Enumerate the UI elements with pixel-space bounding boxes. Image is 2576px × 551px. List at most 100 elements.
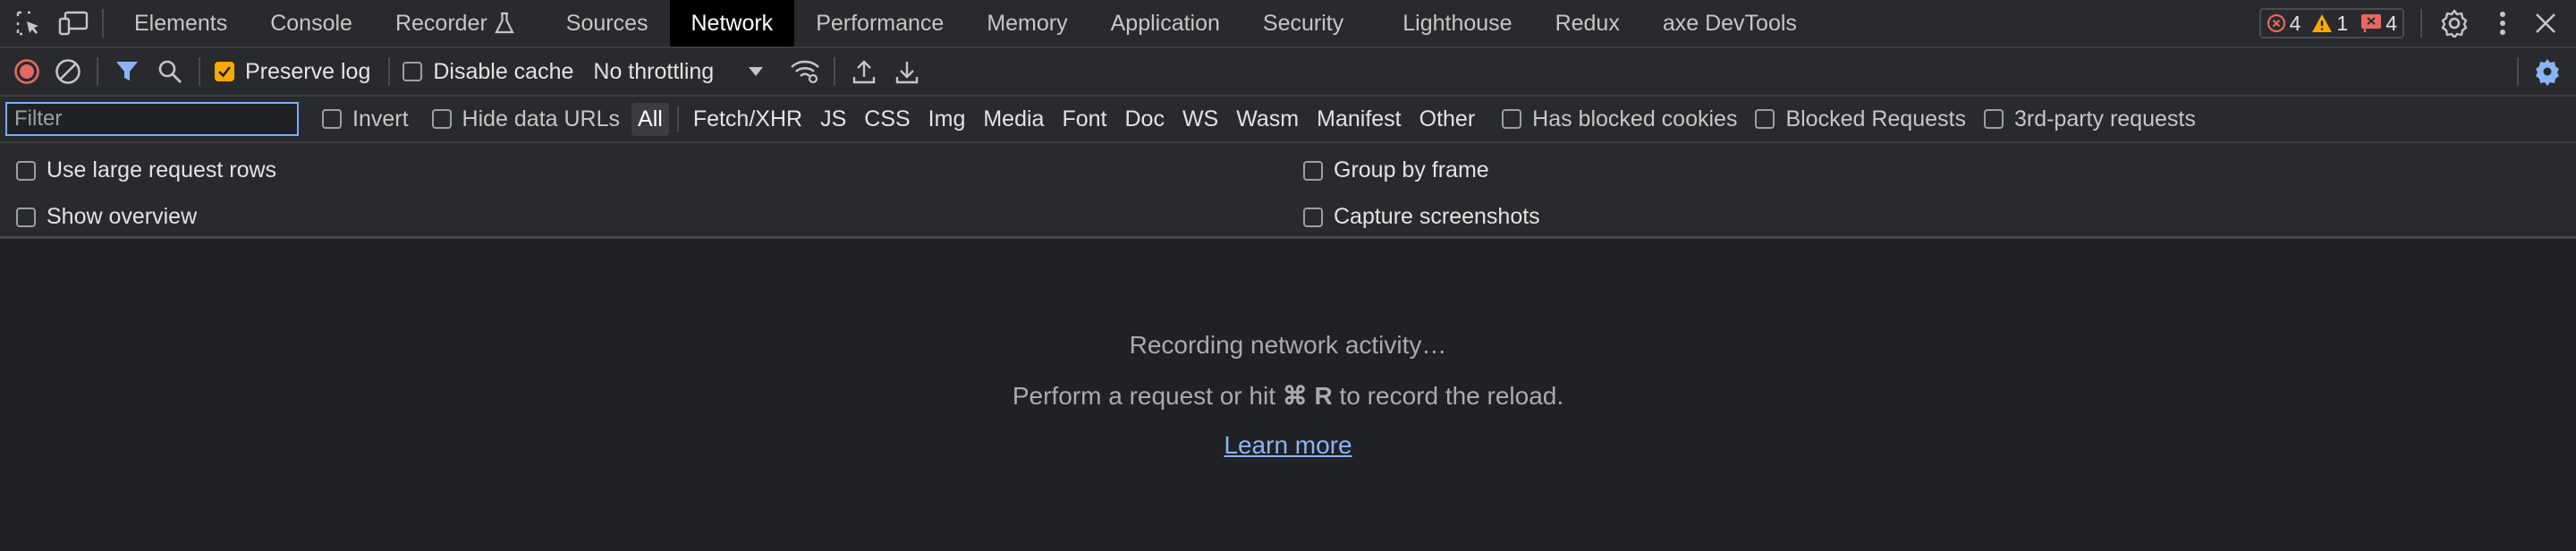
- tab-sources[interactable]: Sources: [545, 0, 670, 47]
- hide-data-urls-toggle[interactable]: Hide data URLs: [431, 106, 621, 132]
- warning-icon: [2311, 13, 2333, 33]
- disable-cache-checkbox[interactable]: [402, 62, 423, 81]
- tab-performance[interactable]: Performance: [794, 0, 965, 47]
- hide-data-urls-checkbox[interactable]: [431, 109, 452, 129]
- learn-more-link[interactable]: Learn more: [1224, 431, 1352, 459]
- third-party-requests-toggle[interactable]: 3rd-party requests: [1983, 106, 2196, 132]
- tab-recorder[interactable]: Recorder: [374, 0, 536, 47]
- tab-label: Redux: [1555, 10, 1620, 36]
- preserve-log-label: Preserve log: [245, 58, 371, 84]
- recording-status: Recording network activity…: [1129, 331, 1447, 359]
- reload-hint: Perform a request or hit ⌘ R to record t…: [0, 381, 2576, 411]
- network-settings-pane: Use large request rows Show overview Gro…: [0, 143, 2576, 239]
- toolbar-divider: [2420, 9, 2422, 38]
- capture-screenshots-checkbox[interactable]: [1303, 207, 1323, 227]
- tab-label: Memory: [987, 10, 1068, 36]
- tab-network[interactable]: Network: [669, 0, 795, 47]
- tab-lighthouse[interactable]: Lighthouse: [1381, 0, 1533, 47]
- blocked-requests-toggle[interactable]: Blocked Requests: [1755, 106, 1966, 132]
- filter-type-all[interactable]: All: [631, 102, 669, 136]
- group-by-frame-toggle[interactable]: Group by frame: [1303, 157, 1489, 183]
- network-conditions-icon[interactable]: [787, 54, 823, 89]
- disable-cache-toggle[interactable]: Disable cache: [402, 59, 573, 85]
- experiment-flask-icon: [495, 12, 514, 35]
- reload-hint-text: Perform a request or hit: [1012, 382, 1283, 410]
- clear-icon[interactable]: [50, 54, 86, 89]
- close-icon[interactable]: [2528, 5, 2563, 41]
- filter-type-other[interactable]: Other: [1413, 103, 1482, 136]
- filter-type-fetch-xhr[interactable]: Fetch/XHR: [687, 103, 809, 136]
- disable-cache-label: Disable cache: [433, 58, 574, 84]
- settings-gear-icon[interactable]: [2436, 5, 2472, 41]
- blocked-requests-checkbox[interactable]: [1755, 109, 1775, 129]
- tab-console[interactable]: Console: [249, 0, 374, 47]
- preserve-log-checkbox[interactable]: [215, 62, 234, 81]
- more-options-icon[interactable]: [2485, 5, 2521, 41]
- hide-data-urls-label: Hide data URLs: [462, 106, 621, 131]
- third-party-requests-label: 3rd-party requests: [2013, 106, 2196, 131]
- filter-type-media[interactable]: Media: [977, 103, 1050, 136]
- filter-input[interactable]: Filter: [5, 102, 299, 136]
- toolbar-divider: [102, 9, 104, 38]
- stop-recording-icon[interactable]: [9, 54, 45, 89]
- import-har-upload-icon[interactable]: [846, 54, 882, 89]
- inspect-element-icon[interactable]: [11, 5, 47, 41]
- throttling-select[interactable]: No throttling: [593, 59, 764, 85]
- tab-label: Security: [1262, 10, 1344, 36]
- large-rows-label: Use large request rows: [47, 157, 277, 182]
- group-by-frame-label: Group by frame: [1334, 157, 1489, 182]
- show-overview-label: Show overview: [47, 204, 198, 229]
- filter-type-css[interactable]: CSS: [858, 103, 916, 136]
- has-blocked-cookies-label: Has blocked cookies: [1532, 106, 1738, 131]
- device-toolbar-icon[interactable]: [55, 5, 91, 41]
- capture-screenshots-label: Capture screenshots: [1334, 204, 1540, 229]
- filter-placeholder: Filter: [14, 106, 63, 131]
- tab-security[interactable]: Security: [1241, 0, 1365, 47]
- tab-application[interactable]: Application: [1089, 0, 1241, 47]
- filter-funnel-icon[interactable]: [109, 54, 145, 89]
- filter-type-manifest[interactable]: Manifest: [1310, 103, 1407, 136]
- large-rows-toggle[interactable]: Use large request rows: [16, 157, 276, 183]
- tab-label: Recorder: [394, 10, 487, 36]
- export-har-download-icon[interactable]: [889, 54, 925, 89]
- toolbar-divider: [388, 57, 391, 86]
- toolbar-divider: [676, 106, 679, 131]
- preserve-log-toggle[interactable]: Preserve log: [215, 59, 370, 85]
- filter-type-img[interactable]: Img: [922, 103, 972, 136]
- search-icon[interactable]: [152, 54, 188, 89]
- invert-toggle[interactable]: Invert: [322, 106, 409, 132]
- has-blocked-cookies-toggle[interactable]: Has blocked cookies: [1502, 106, 1737, 132]
- error-counter[interactable]: 4 1 4: [2258, 8, 2404, 38]
- error-icon: [2267, 13, 2286, 33]
- filter-type-ws[interactable]: WS: [1176, 103, 1224, 136]
- filter-type-wasm[interactable]: Wasm: [1230, 103, 1305, 136]
- show-overview-checkbox[interactable]: [16, 207, 36, 227]
- toolbar-divider: [199, 57, 200, 86]
- resource-type-filters: All Fetch/XHR JS CSS Img Media Font Doc …: [629, 102, 1484, 136]
- capture-screenshots-toggle[interactable]: Capture screenshots: [1303, 204, 1540, 230]
- invert-checkbox[interactable]: [322, 109, 342, 129]
- third-party-requests-checkbox[interactable]: [1983, 109, 2004, 129]
- tab-memory[interactable]: Memory: [965, 0, 1089, 47]
- filter-type-js[interactable]: JS: [814, 103, 852, 136]
- tab-label: Console: [270, 10, 352, 36]
- network-settings-gear-icon[interactable]: [2529, 54, 2565, 89]
- has-blocked-cookies-checkbox[interactable]: [1502, 109, 1522, 129]
- toolbar-divider: [834, 57, 836, 86]
- show-overview-toggle[interactable]: Show overview: [16, 204, 197, 230]
- chevron-down-icon: [748, 66, 764, 77]
- large-rows-checkbox[interactable]: [16, 160, 36, 181]
- tab-label: Network: [691, 10, 774, 36]
- invert-label: Invert: [352, 106, 409, 131]
- filter-type-doc[interactable]: Doc: [1118, 103, 1170, 136]
- network-empty-state: Recording network activity… Perform a re…: [0, 236, 2576, 551]
- throttling-value: No throttling: [593, 58, 715, 84]
- tab-redux[interactable]: Redux: [1534, 0, 1641, 47]
- reload-hint-text: to record the reload.: [1332, 382, 1564, 410]
- tab-axe-devtools[interactable]: axe DevTools: [1641, 0, 1818, 47]
- filter-type-font[interactable]: Font: [1055, 103, 1113, 136]
- learn-more-container: Learn more: [0, 431, 2576, 460]
- tab-elements[interactable]: Elements: [114, 0, 249, 47]
- error-count: 4: [2289, 11, 2301, 35]
- group-by-frame-checkbox[interactable]: [1303, 160, 1323, 181]
